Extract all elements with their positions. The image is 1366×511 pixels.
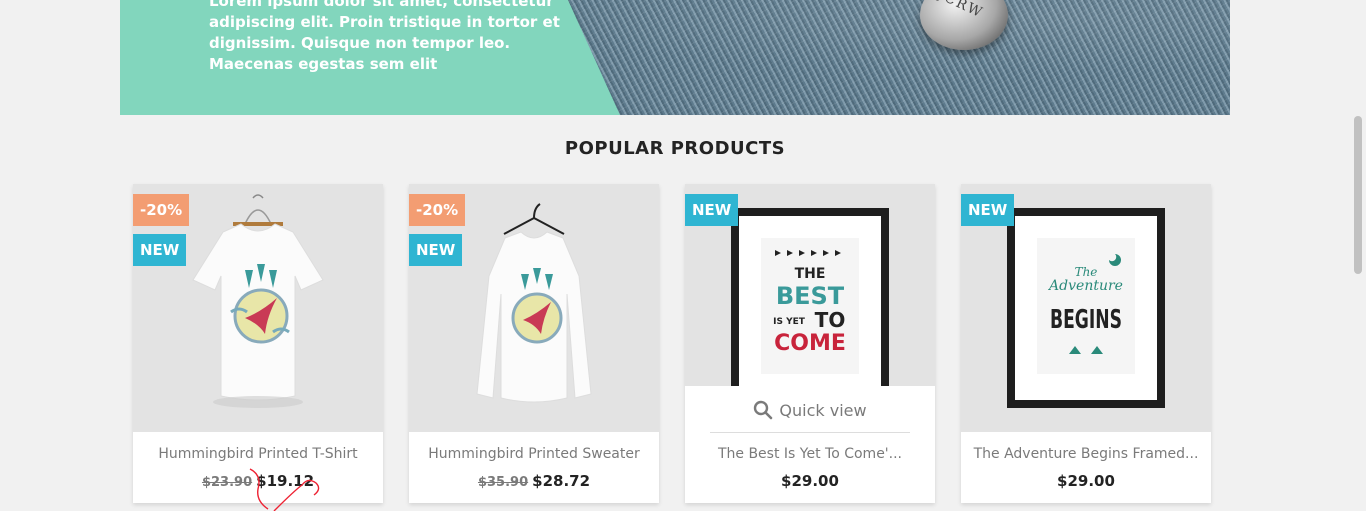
product-image[interactable]: -20% NEW	[409, 184, 659, 432]
product-card[interactable]: -20% NEW Hummingbird Printed T-Shirt $23…	[133, 184, 383, 503]
product-title[interactable]: The Best Is Yet To Come'...	[695, 446, 925, 462]
scrollbar-thumb[interactable]	[1354, 116, 1362, 274]
current-price: $29.00	[1057, 472, 1115, 490]
product-price: $29.00	[961, 472, 1211, 490]
product-image[interactable]: -20% NEW	[133, 184, 383, 432]
poster-text: Adventure	[1047, 278, 1123, 294]
poster-text: IS YET	[773, 317, 806, 327]
page-scrollbar[interactable]	[1349, 0, 1366, 511]
annotation-scribble	[249, 468, 320, 511]
product-card[interactable]: -20% NEW Hummingbird Printed Sweater $35…	[409, 184, 659, 503]
product-image[interactable]: THE BEST IS YET TO COME NEW Quick view	[685, 184, 935, 432]
poster-text: BEGINS	[1050, 305, 1122, 335]
product-card[interactable]: THE BEST IS YET TO COME NEW Quick view T…	[685, 184, 935, 503]
product-title[interactable]: Hummingbird Printed T-Shirt	[143, 446, 373, 462]
poster-text: TO	[815, 308, 846, 332]
discount-badge: -20%	[409, 194, 466, 226]
new-badge: NEW	[961, 194, 1015, 226]
product-card[interactable]: The Adventure BEGINS NEW The Adventure B…	[961, 184, 1211, 503]
regular-price: $35.90	[477, 475, 529, 490]
hero-banner[interactable]: JCRW Lorem ipsum dolor sit amet, consect…	[120, 0, 1230, 115]
regular-price: $23.90	[201, 475, 253, 490]
poster-text: BEST	[776, 282, 845, 310]
search-icon	[754, 400, 773, 420]
product-info: Hummingbird Printed Sweater $35.90 $28.72	[409, 432, 659, 503]
poster-text: The	[1075, 265, 1098, 279]
new-badge: NEW	[133, 234, 187, 266]
product-title[interactable]: The Adventure Begins Framed...	[971, 446, 1201, 462]
section-title: POPULAR PRODUCTS	[564, 138, 786, 159]
product-price: $35.90 $28.72	[409, 472, 659, 490]
product-price: $29.00	[685, 472, 935, 490]
current-price: $28.72	[532, 472, 591, 490]
quick-view-button[interactable]: Quick view	[685, 386, 935, 432]
product-info: The Best Is Yet To Come'... $29.00	[685, 432, 935, 503]
banner-text: Lorem ipsum dolor sit amet, consectetur …	[209, 0, 560, 73]
quick-view-label: Quick view	[779, 400, 867, 420]
poster-text: COME	[774, 331, 846, 356]
product-info: The Adventure Begins Framed... $29.00	[961, 432, 1211, 503]
poster-text: THE	[795, 266, 826, 282]
current-price: $29.00	[781, 472, 839, 490]
new-badge: NEW	[409, 234, 463, 266]
product-image[interactable]: The Adventure BEGINS NEW	[961, 184, 1211, 432]
discount-badge: -20%	[133, 194, 190, 226]
product-title[interactable]: Hummingbird Printed Sweater	[419, 446, 649, 462]
new-badge: NEW	[685, 194, 739, 226]
